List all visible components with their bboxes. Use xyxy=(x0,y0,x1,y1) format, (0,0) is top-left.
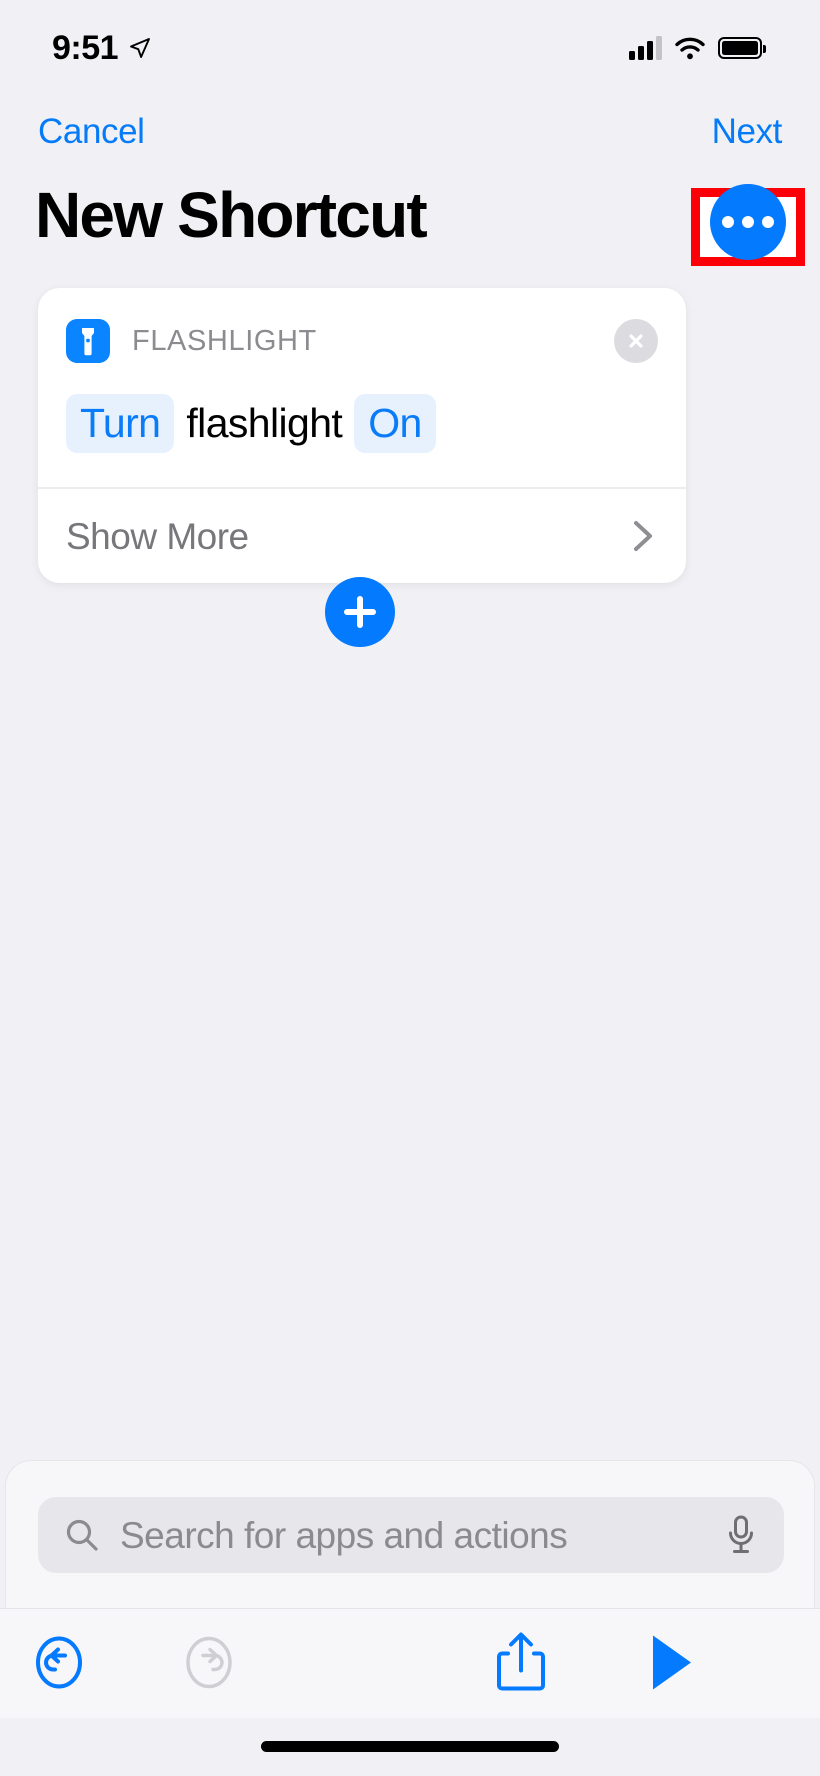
more-options-button[interactable] xyxy=(710,184,786,260)
bottom-toolbar xyxy=(0,1608,820,1718)
cancel-button[interactable]: Cancel xyxy=(38,114,145,149)
location-arrow-icon xyxy=(130,38,151,58)
microphone-icon[interactable] xyxy=(724,1514,758,1556)
play-button[interactable] xyxy=(645,1631,697,1696)
share-button[interactable] xyxy=(494,1629,548,1698)
search-placeholder: Search for apps and actions xyxy=(120,1514,568,1556)
navigation-bar: Cancel Next xyxy=(0,100,820,162)
redo-button[interactable] xyxy=(178,1631,240,1696)
wifi-icon xyxy=(675,37,705,59)
close-circle-icon[interactable] xyxy=(614,319,658,363)
flashlight-icon xyxy=(66,319,110,363)
home-indicator xyxy=(261,1741,559,1752)
redo-icon xyxy=(186,1636,232,1688)
action-token-flashlight: flashlight xyxy=(186,400,343,446)
ellipsis-icon-dot xyxy=(742,216,754,228)
action-card-header: FLASHLIGHT xyxy=(38,288,686,394)
ellipsis-icon-dot xyxy=(762,216,774,228)
battery-full-icon xyxy=(718,37,766,59)
ellipsis-icon-dot xyxy=(722,216,734,228)
status-time: 9:51 xyxy=(52,29,119,67)
action-parameter-row[interactable]: Turn flashlight On xyxy=(38,394,686,487)
action-card[interactable]: FLASHLIGHT Turn flashlight On Show More xyxy=(38,288,686,584)
status-bar-left: 9:51 xyxy=(52,31,152,65)
search-icon xyxy=(66,1519,98,1551)
add-action-button[interactable] xyxy=(325,577,395,647)
status-bar-right xyxy=(629,36,766,60)
share-icon xyxy=(497,1632,545,1690)
status-bar: 9:51 xyxy=(0,0,820,96)
search-panel: Search for apps and actions xyxy=(5,1460,815,1608)
undo-icon xyxy=(36,1636,82,1688)
action-token-turn[interactable]: Turn xyxy=(66,394,175,454)
search-input[interactable]: Search for apps and actions xyxy=(38,1497,784,1573)
play-icon xyxy=(653,1635,691,1689)
cellular-signal-icon xyxy=(629,36,662,60)
show-more-row[interactable]: Show More xyxy=(38,489,686,583)
action-token-on[interactable]: On xyxy=(354,394,436,454)
next-button[interactable]: Next xyxy=(712,114,783,149)
page-title: New Shortcut xyxy=(35,179,428,251)
chevron-right-icon xyxy=(634,521,652,552)
show-more-label: Show More xyxy=(66,515,249,557)
action-card-app-name: FLASHLIGHT xyxy=(132,324,317,357)
undo-button[interactable] xyxy=(28,1631,90,1696)
